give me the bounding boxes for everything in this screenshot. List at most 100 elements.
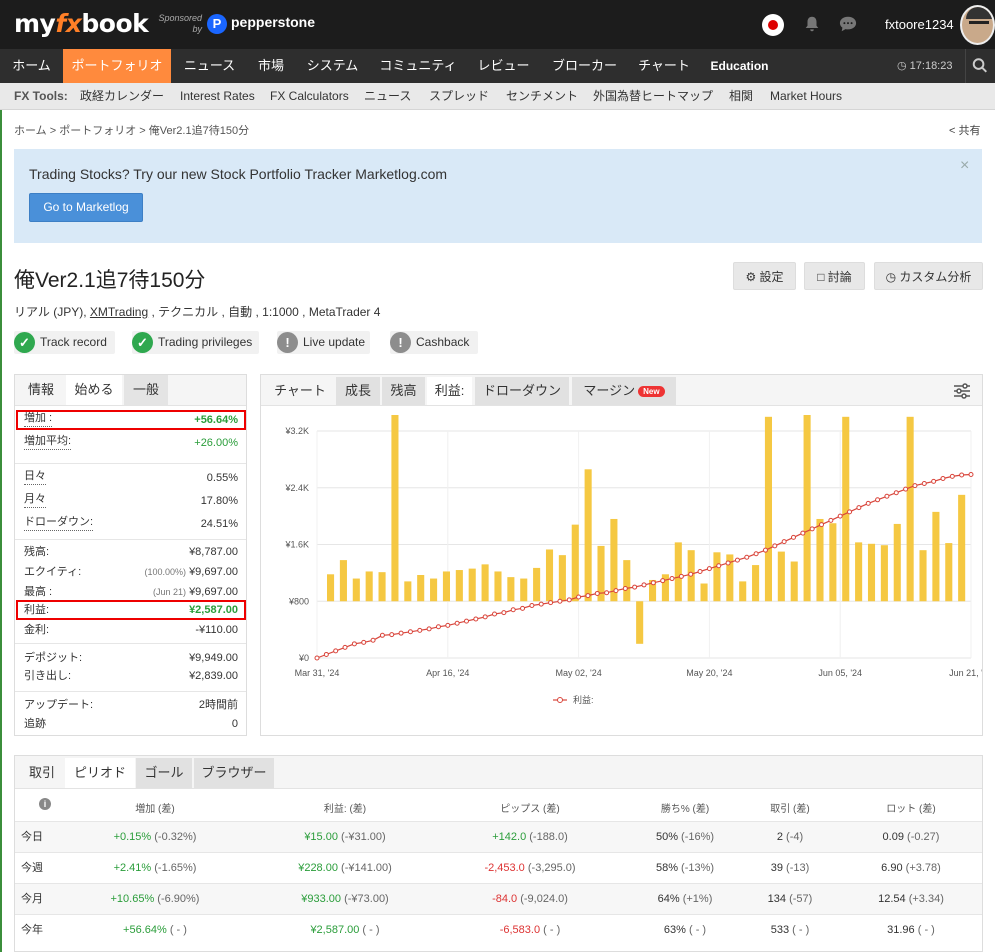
sliders-icon[interactable] bbox=[953, 382, 971, 400]
info-row-balance: 残高: ¥8,787.00 bbox=[24, 546, 238, 558]
nav-systems[interactable]: システム bbox=[294, 49, 371, 83]
profit-point bbox=[931, 478, 937, 484]
cell-lots: 0.09 (-0.27) bbox=[882, 831, 940, 843]
tab-start[interactable]: 始める bbox=[66, 375, 122, 405]
badge-trading-privileges[interactable]: ✓ Trading privileges bbox=[132, 331, 259, 354]
profit-point bbox=[576, 594, 582, 600]
profit-point bbox=[613, 588, 619, 594]
profit-point bbox=[594, 590, 600, 596]
pepperstone-logo-icon[interactable]: P bbox=[207, 14, 227, 34]
page-title: 俺Ver2.1追7待150分 bbox=[14, 269, 206, 292]
tab-margin[interactable]: マージン New bbox=[572, 377, 676, 405]
badge-live-update[interactable]: ! Live update bbox=[277, 331, 370, 354]
nav-markets[interactable]: 市場 bbox=[248, 49, 294, 83]
clock-icon: ◷ bbox=[897, 60, 910, 72]
period-panel: 取引 ピリオド ゴール ブラウザー i 増加 (差) 利益: (差) ピップス … bbox=[14, 755, 983, 952]
badge-track-record[interactable]: ✓ Track record bbox=[14, 331, 115, 354]
info-row-drawdown: ドローダウン: 24.51% bbox=[24, 516, 238, 531]
profit-bar bbox=[455, 570, 463, 602]
profit-bar bbox=[932, 511, 940, 602]
japan-flag-icon[interactable] bbox=[762, 14, 784, 36]
nav-charts[interactable]: チャート bbox=[627, 49, 701, 83]
profit-point bbox=[314, 655, 320, 661]
nav-news[interactable]: ニュース bbox=[171, 49, 248, 83]
tab-goals[interactable]: ゴール bbox=[136, 758, 192, 788]
breadcrumb: ホーム > ポートフォリオ > 俺Ver2.1追7待150分 bbox=[14, 122, 249, 138]
tab-growth[interactable]: 成長 bbox=[336, 377, 380, 405]
tool-spreads[interactable]: スプレッド bbox=[429, 83, 489, 109]
tab-profit[interactable]: 利益: bbox=[427, 377, 472, 405]
profit-point bbox=[762, 547, 768, 553]
broker-link[interactable]: XMTrading bbox=[90, 305, 148, 319]
profit-bar bbox=[533, 567, 541, 602]
profit-bar bbox=[404, 581, 412, 602]
tab-info[interactable]: 情報 bbox=[20, 375, 62, 405]
nav-home[interactable]: ホーム bbox=[0, 49, 63, 83]
profit-point bbox=[650, 580, 656, 586]
breadcrumb-home[interactable]: ホーム bbox=[14, 125, 47, 137]
avatar[interactable] bbox=[960, 5, 995, 45]
profit-point bbox=[520, 605, 526, 611]
period-name: 今年 bbox=[21, 924, 43, 936]
breadcrumb-portfolio[interactable]: ポートフォリオ bbox=[59, 125, 136, 137]
nav-education[interactable]: Education bbox=[701, 49, 778, 83]
sponsor-name[interactable]: pepperstone bbox=[231, 14, 315, 30]
profit-bar bbox=[700, 583, 708, 602]
nav-brokers[interactable]: ブローカー bbox=[542, 49, 627, 83]
tool-news[interactable]: ニュース bbox=[364, 83, 411, 109]
profit-point bbox=[706, 566, 712, 572]
tool-correlation[interactable]: 相関 bbox=[729, 83, 753, 109]
myfxbook-logo[interactable]: myfxbook bbox=[14, 9, 149, 38]
tool-market-hours[interactable]: Market Hours bbox=[770, 83, 842, 109]
period-name: 今月 bbox=[21, 893, 43, 905]
info-row-equity: エクイティ: (100.00%) ¥9,697.00 bbox=[24, 566, 238, 578]
cell-profit: ¥15.00 (-¥31.00) bbox=[304, 831, 386, 843]
profit-bar bbox=[558, 555, 566, 602]
divider bbox=[15, 539, 246, 540]
info-icon[interactable]: i bbox=[39, 798, 51, 810]
bell-icon[interactable] bbox=[803, 15, 821, 33]
search-icon[interactable] bbox=[965, 49, 995, 83]
tool-economic-calendar[interactable]: 政経カレンダー bbox=[80, 83, 164, 109]
nav-portfolio[interactable]: ポートフォリオ bbox=[63, 49, 171, 83]
profit-point bbox=[585, 593, 591, 599]
tab-trades[interactable]: 取引 bbox=[20, 758, 64, 788]
table-row: 今週 +2.41% (-1.65%) ¥228.00 (-¥141.00) -2,45… bbox=[15, 852, 982, 883]
col-lots: ロット (差) bbox=[886, 804, 936, 815]
col-pips: ピップス (差) bbox=[500, 804, 560, 815]
username[interactable]: fxtoore1234 bbox=[885, 17, 954, 32]
cell-lots: 31.96 ( - ) bbox=[887, 924, 935, 936]
tab-drawdown[interactable]: ドローダウン bbox=[475, 377, 569, 405]
profit-bar bbox=[378, 572, 386, 602]
account-info-panel: 情報 始める 一般 増加 : +56.64% 増加平均: +26.00% 日々 0.5… bbox=[14, 374, 247, 736]
tool-sentiment[interactable]: センチメント bbox=[506, 83, 578, 109]
profit-point bbox=[697, 568, 703, 574]
discuss-button[interactable]: □ 討論 bbox=[804, 262, 865, 290]
share-button[interactable]: < 共有 bbox=[949, 122, 980, 138]
info-row-profit: 利益: ¥2,587.00 bbox=[24, 604, 238, 616]
badge-cashback[interactable]: ! Cashback bbox=[390, 331, 478, 354]
tab-period[interactable]: ピリオド bbox=[65, 758, 135, 788]
close-icon[interactable]: × bbox=[960, 157, 969, 175]
tool-heatmap[interactable]: 外国為替ヒートマップ bbox=[593, 83, 713, 109]
profit-bar bbox=[507, 577, 515, 602]
profit-point bbox=[809, 526, 815, 532]
nav-reviews[interactable]: レビュー bbox=[465, 49, 542, 83]
profit-point bbox=[510, 607, 516, 613]
nav-community[interactable]: コミュニティ bbox=[371, 49, 465, 83]
go-to-marketlog-button[interactable]: Go to Marketlog bbox=[29, 193, 143, 222]
profit-point bbox=[688, 571, 694, 577]
settings-button[interactable]: ⚙ 設定 bbox=[733, 262, 796, 290]
fx-tools-bar: FX Tools: 政経カレンダー Interest Rates FX Calc… bbox=[0, 83, 995, 110]
tab-browser[interactable]: ブラウザー bbox=[194, 758, 274, 788]
tab-general[interactable]: 一般 bbox=[124, 375, 168, 405]
tab-balance[interactable]: 残高 bbox=[382, 377, 425, 405]
tool-fx-calculators[interactable]: FX Calculators bbox=[270, 83, 349, 109]
tool-interest-rates[interactable]: Interest Rates bbox=[180, 83, 255, 109]
profit-point bbox=[548, 600, 554, 606]
cell-trades: 533 ( - ) bbox=[770, 924, 810, 936]
tab-chart[interactable]: チャート bbox=[267, 377, 333, 405]
custom-analysis-button[interactable]: ◷ カスタム分析 bbox=[874, 262, 983, 290]
profit-bar bbox=[816, 518, 824, 602]
chat-icon[interactable] bbox=[838, 15, 858, 33]
